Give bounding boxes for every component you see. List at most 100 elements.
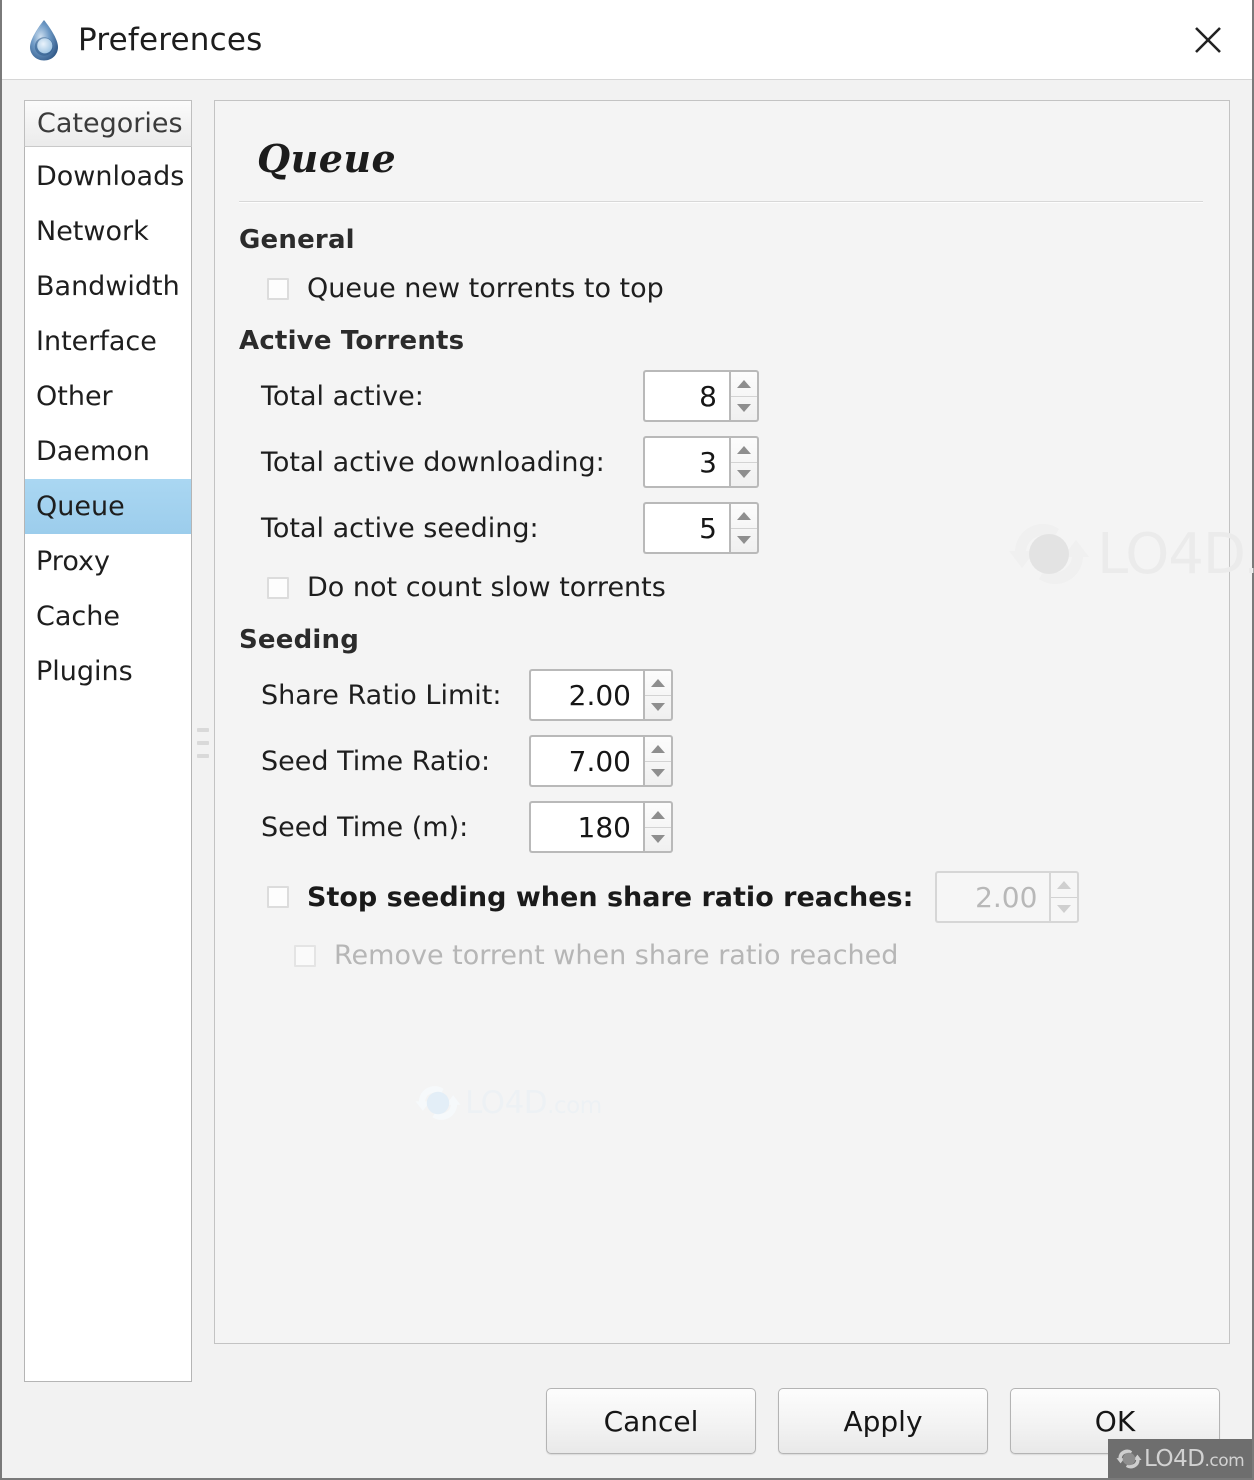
section-heading-general: General (239, 225, 355, 255)
total-active-input[interactable]: 8 (643, 370, 729, 422)
section-heading-active-torrents: Active Torrents (239, 326, 465, 356)
total-active-stepper[interactable]: 8 (643, 370, 759, 422)
seed-time-minutes-stepper-buttons[interactable] (643, 801, 673, 853)
sidebar-item-daemon[interactable]: Daemon (25, 424, 191, 479)
title-bar: Preferences (2, 0, 1252, 80)
sidebar-item-cache[interactable]: Cache (25, 589, 191, 644)
stepper-down-icon[interactable] (645, 696, 671, 720)
sidebar-item-plugins[interactable]: Plugins (25, 644, 191, 699)
total-active-downloading-input[interactable]: 3 (643, 436, 729, 488)
do-not-count-slow-torrents-row[interactable]: Do not count slow torrents (239, 572, 1203, 603)
sidebar-item-label: Queue (36, 491, 125, 522)
ok-button[interactable]: OK (1010, 1388, 1220, 1454)
seed-time-minutes-stepper[interactable]: 180 (529, 801, 673, 853)
sidebar-item-label: Daemon (36, 436, 150, 467)
stepper-up-icon[interactable] (645, 737, 671, 762)
total-active-label: Total active: (261, 380, 424, 412)
stepper-down-icon[interactable] (645, 762, 671, 786)
total-active-seeding-row: Total active seeding: 5 (239, 502, 1203, 554)
remove-torrent-when-ratio-reached-label: Remove torrent when share ratio reached (334, 940, 899, 971)
seed-time-minutes-input[interactable]: 180 (529, 801, 643, 853)
seed-time-ratio-stepper[interactable]: 7.00 (529, 735, 673, 787)
share-ratio-limit-stepper[interactable]: 2.00 (529, 669, 673, 721)
watermark-small: LO4D.com (411, 1083, 602, 1123)
share-ratio-limit-stepper-buttons[interactable] (643, 669, 673, 721)
share-ratio-limit-input[interactable]: 2.00 (529, 669, 643, 721)
total-active-downloading-row: Total active downloading: 3 (239, 436, 1203, 488)
sidebar-item-label: Cache (36, 601, 120, 632)
sidebar-item-label: Interface (36, 326, 157, 357)
categories-column-header[interactable]: Categories (24, 100, 192, 147)
stepper-down-icon (1051, 898, 1077, 922)
watermark-text: LO4D.com (465, 1085, 602, 1121)
total-active-seeding-input[interactable]: 5 (643, 502, 729, 554)
total-active-downloading-label: Total active downloading: (261, 446, 605, 478)
sidebar-item-proxy[interactable]: Proxy (25, 534, 191, 589)
stepper-up-icon (1051, 873, 1078, 898)
deluge-droplet-icon (30, 19, 58, 60)
seed-time-minutes-row: Seed Time (m): 180 (239, 801, 1203, 853)
queue-new-torrents-to-top-checkbox[interactable] (267, 277, 289, 300)
sidebar-item-label: Network (36, 216, 149, 247)
stepper-down-icon[interactable] (645, 828, 671, 852)
stop-seeding-when-ratio-reaches-row[interactable]: Stop seeding when share ratio reaches: 2… (239, 871, 1203, 923)
do-not-count-slow-torrents-checkbox[interactable] (267, 576, 289, 599)
categories-sidebar: Categories Downloads Network Bandwidth I… (24, 100, 192, 1382)
stop-seeding-ratio-stepper-buttons (1049, 871, 1080, 923)
total-active-stepper-buttons[interactable] (729, 370, 759, 422)
remove-torrent-when-ratio-reached-checkbox (294, 944, 316, 967)
sidebar-item-label: Downloads (36, 161, 185, 192)
sidebar-item-label: Plugins (36, 656, 133, 687)
sidebar-item-network[interactable]: Network (25, 204, 191, 259)
sidebar-splitter-handle[interactable] (192, 100, 214, 1382)
splitter-grip-icon (197, 728, 209, 758)
seed-time-minutes-label: Seed Time (m): (261, 811, 469, 843)
sidebar-item-label: Proxy (36, 546, 110, 577)
close-icon[interactable] (1182, 14, 1234, 66)
title-separator (239, 201, 1203, 203)
sidebar-item-label: Other (36, 381, 113, 412)
sidebar-item-downloads[interactable]: Downloads (25, 149, 191, 204)
stop-seeding-ratio-input: 2.00 (935, 871, 1050, 923)
dialog-body: Categories Downloads Network Bandwidth I… (2, 80, 1254, 1382)
seed-time-ratio-stepper-buttons[interactable] (643, 735, 673, 787)
stop-seeding-when-ratio-reaches-label: Stop seeding when share ratio reaches: (307, 881, 914, 913)
sidebar-item-label: Bandwidth (36, 271, 180, 302)
section-heading-seeding: Seeding (239, 625, 360, 655)
total-active-downloading-stepper[interactable]: 3 (643, 436, 759, 488)
sidebar-item-queue[interactable]: Queue (25, 479, 191, 534)
stop-seeding-when-ratio-reaches-checkbox[interactable] (267, 886, 289, 908)
sidebar-item-interface[interactable]: Interface (25, 314, 191, 369)
window-title: Preferences (78, 21, 263, 58)
total-active-row: Total active: 8 (239, 370, 1203, 422)
share-ratio-limit-label: Share Ratio Limit: (261, 679, 502, 711)
page-title: Queue (257, 136, 397, 181)
stepper-up-icon[interactable] (645, 803, 671, 828)
preferences-dialog: Preferences Categories Downloads Network… (0, 0, 1254, 1480)
stepper-up-icon[interactable] (731, 438, 757, 463)
sidebar-item-bandwidth[interactable]: Bandwidth (25, 259, 191, 314)
lo4d-refresh-logo-icon (415, 1086, 461, 1120)
stepper-up-icon[interactable] (731, 372, 757, 397)
do-not-count-slow-torrents-label: Do not count slow torrents (307, 572, 666, 603)
sidebar-item-other[interactable]: Other (25, 369, 191, 424)
preferences-panel: Queue General Queue new torrents to top … (214, 100, 1254, 1344)
queue-new-torrents-to-top-label: Queue new torrents to top (307, 273, 664, 304)
categories-list[interactable]: Downloads Network Bandwidth Interface Ot… (24, 147, 192, 1382)
stepper-down-icon[interactable] (731, 529, 757, 553)
seed-time-ratio-input[interactable]: 7.00 (529, 735, 643, 787)
total-active-seeding-stepper[interactable]: 5 (643, 502, 759, 554)
seed-time-ratio-label: Seed Time Ratio: (261, 745, 491, 777)
stepper-up-icon[interactable] (645, 671, 671, 696)
stepper-up-icon[interactable] (731, 504, 757, 529)
total-active-downloading-stepper-buttons[interactable] (729, 436, 759, 488)
remove-torrent-when-ratio-reached-row: Remove torrent when share ratio reached (239, 940, 1203, 971)
queue-new-torrents-to-top-row[interactable]: Queue new torrents to top (239, 273, 1203, 304)
cancel-button[interactable]: Cancel (546, 1388, 756, 1454)
stepper-down-icon[interactable] (731, 463, 757, 487)
apply-button[interactable]: Apply (778, 1388, 988, 1454)
share-ratio-limit-row: Share Ratio Limit: 2.00 (239, 669, 1203, 721)
total-active-seeding-stepper-buttons[interactable] (729, 502, 759, 554)
dialog-footer: Cancel Apply OK (2, 1382, 1252, 1478)
stepper-down-icon[interactable] (731, 397, 757, 421)
